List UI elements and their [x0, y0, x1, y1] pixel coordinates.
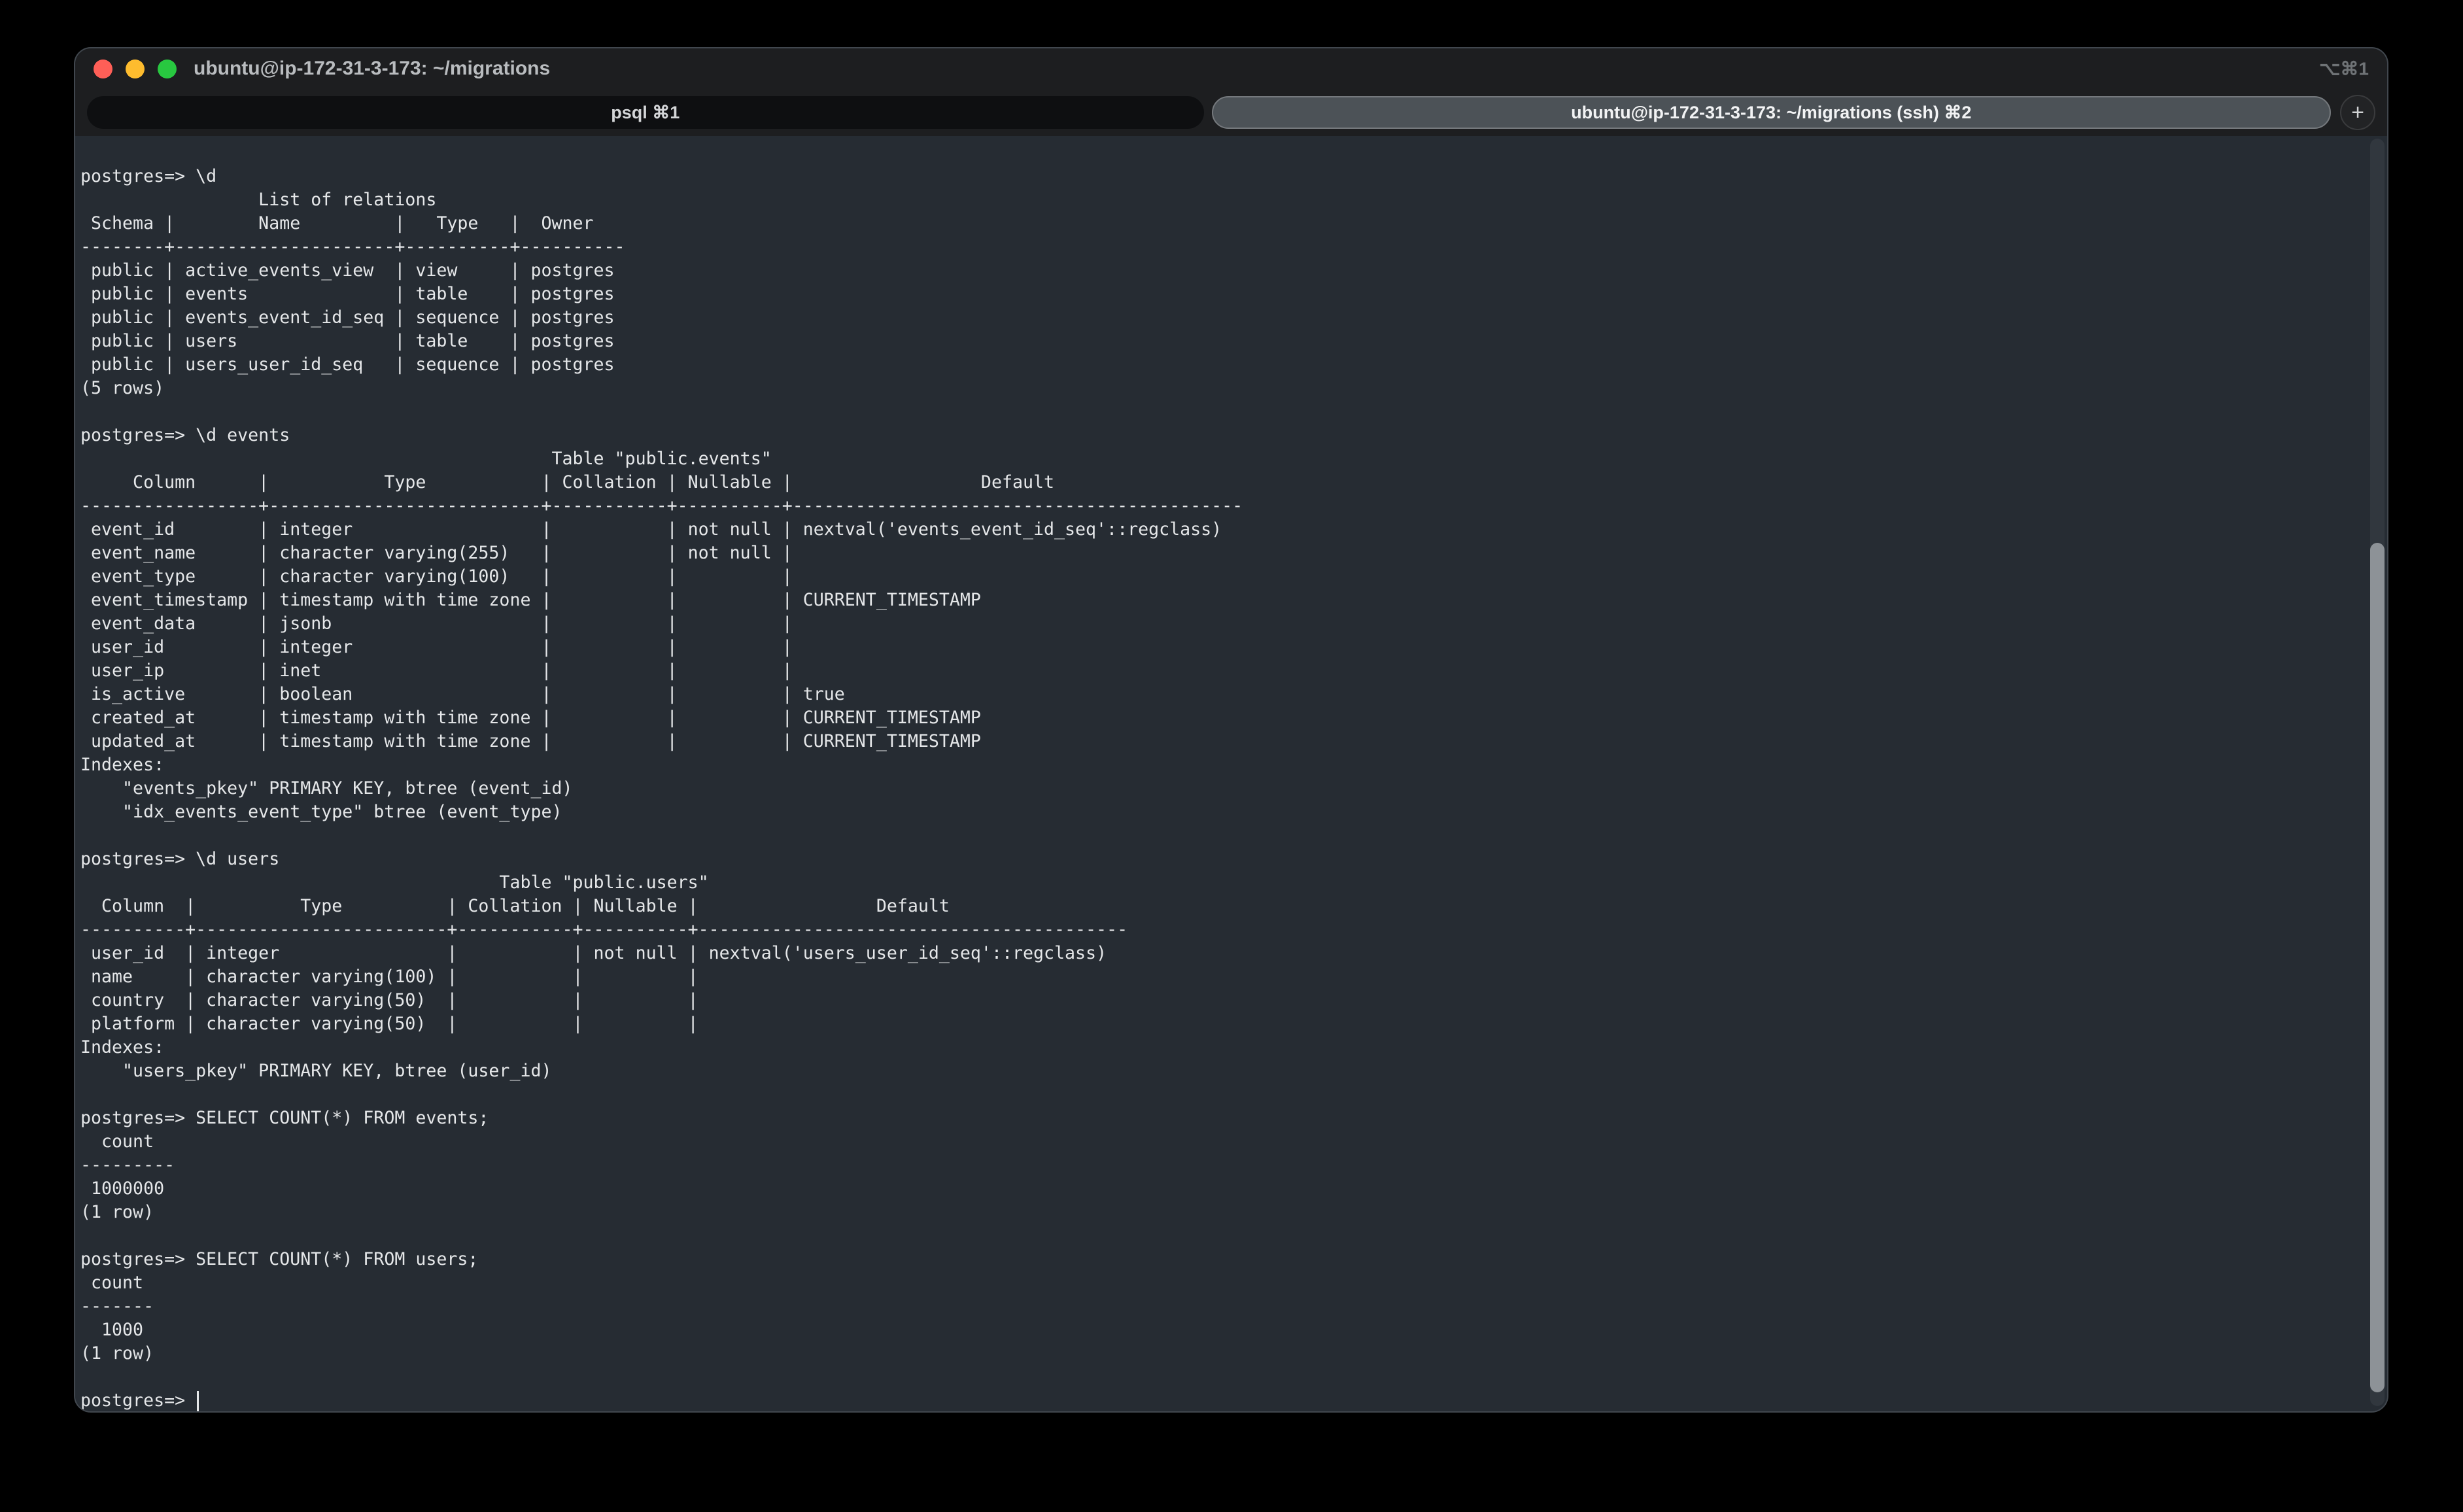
- terminal-line: ----------+------------------------+----…: [80, 918, 2365, 942]
- terminal-line: is_active | boolean | | | true: [80, 683, 2365, 706]
- terminal-line: platform | character varying(50) | | |: [80, 1012, 2365, 1036]
- terminal-line: postgres=>: [80, 1389, 2365, 1413]
- terminal-line: Schema | Name | Type | Owner: [80, 212, 2365, 235]
- scrollbar-thumb[interactable]: [2370, 543, 2385, 1392]
- desktop-background: ubuntu@ip-172-31-3-173: ~/migrations ⌥⌘1…: [0, 0, 2463, 1512]
- terminal-line: Table "public.users": [80, 871, 2365, 895]
- terminal-line: "users_pkey" PRIMARY KEY, btree (user_id…: [80, 1059, 2365, 1083]
- terminal-line: Column | Type | Collation | Nullable | D…: [80, 895, 2365, 918]
- terminal-line: (1 row): [80, 1342, 2365, 1366]
- terminal-line: "idx_events_event_type" btree (event_typ…: [80, 800, 2365, 824]
- terminal-line: created_at | timestamp with time zone | …: [80, 706, 2365, 730]
- terminal-line: [80, 1083, 2365, 1107]
- terminal-line: (5 rows): [80, 377, 2365, 400]
- traffic-lights: [75, 60, 177, 78]
- terminal-line: event_id | integer | | not null | nextva…: [80, 518, 2365, 541]
- terminal-line: count: [80, 1130, 2365, 1154]
- terminal-window: ubuntu@ip-172-31-3-173: ~/migrations ⌥⌘1…: [74, 47, 2388, 1413]
- terminal-line: postgres=> SELECT COUNT(*) FROM events;: [80, 1107, 2365, 1130]
- terminal-line: -----------------+----------------------…: [80, 494, 2365, 518]
- terminal-line: postgres=> \d events: [80, 424, 2365, 447]
- tab-shortcut-hint: ⌥⌘1: [2319, 58, 2369, 80]
- window-title: ubuntu@ip-172-31-3-173: ~/migrations: [194, 58, 550, 80]
- terminal-line: public | active_events_view | view | pos…: [80, 259, 2365, 283]
- terminal-line: "events_pkey" PRIMARY KEY, btree (event_…: [80, 777, 2365, 800]
- terminal-cursor: [197, 1391, 199, 1412]
- terminal-line: event_type | character varying(100) | | …: [80, 565, 2365, 589]
- close-window-button[interactable]: [94, 60, 112, 78]
- terminal-line: [80, 1366, 2365, 1389]
- terminal-line: country | character varying(50) | | |: [80, 989, 2365, 1012]
- terminal-line: Indexes:: [80, 1036, 2365, 1059]
- terminal-line: ---------: [80, 1154, 2365, 1177]
- zoom-window-button[interactable]: [158, 60, 177, 78]
- terminal-line: updated_at | timestamp with time zone | …: [80, 730, 2365, 753]
- terminal-line: postgres=> \d: [80, 165, 2365, 188]
- terminal-line: Table "public.events": [80, 447, 2365, 471]
- tab-label: psql ⌘1: [611, 103, 680, 123]
- terminal-line: Column | Type | Collation | Nullable | D…: [80, 471, 2365, 494]
- terminal-line: public | events | table | postgres: [80, 283, 2365, 306]
- terminal-line: (1 row): [80, 1201, 2365, 1224]
- tab-list: psql ⌘1 ubuntu@ip-172-31-3-173: ~/migrati…: [87, 89, 2331, 136]
- terminal-line: event_timestamp | timestamp with time zo…: [80, 589, 2365, 612]
- terminal-line: public | users_user_id_seq | sequence | …: [80, 353, 2365, 377]
- window-title-bar[interactable]: ubuntu@ip-172-31-3-173: ~/migrations ⌥⌘1: [75, 48, 2387, 89]
- terminal-line: [80, 824, 2365, 848]
- tab-label: ubuntu@ip-172-31-3-173: ~/migrations (ss…: [1571, 103, 1971, 123]
- tab-psql[interactable]: psql ⌘1: [87, 96, 1204, 129]
- terminal-line: -------: [80, 1295, 2365, 1318]
- terminal-line: List of relations: [80, 188, 2365, 212]
- terminal-line: Indexes:: [80, 753, 2365, 777]
- terminal-line: postgres=> \d users: [80, 848, 2365, 871]
- terminal-line: 1000: [80, 1318, 2365, 1342]
- terminal-line: count: [80, 1271, 2365, 1295]
- new-tab-button[interactable]: +: [2340, 95, 2375, 130]
- terminal-line: public | events_event_id_seq | sequence …: [80, 306, 2365, 330]
- tab-ssh-session[interactable]: ubuntu@ip-172-31-3-173: ~/migrations (ss…: [1212, 96, 2332, 129]
- terminal-line: event_data | jsonb | | |: [80, 612, 2365, 636]
- terminal-content[interactable]: postgres=> \d List of relations Schema |…: [75, 136, 2387, 1411]
- terminal-line: user_id | integer | | not null | nextval…: [80, 942, 2365, 965]
- terminal-line: public | users | table | postgres: [80, 330, 2365, 353]
- terminal-line: 1000000: [80, 1177, 2365, 1201]
- terminal-line: [80, 1224, 2365, 1248]
- terminal-line: [80, 400, 2365, 424]
- terminal-line: postgres=> SELECT COUNT(*) FROM users;: [80, 1248, 2365, 1271]
- terminal-line: user_ip | inet | | |: [80, 659, 2365, 683]
- terminal-output: postgres=> \d List of relations Schema |…: [80, 165, 2365, 1413]
- minimize-window-button[interactable]: [126, 60, 145, 78]
- terminal-line: event_name | character varying(255) | | …: [80, 541, 2365, 565]
- terminal-line: name | character varying(100) | | |: [80, 965, 2365, 989]
- tab-bar: psql ⌘1 ubuntu@ip-172-31-3-173: ~/migrati…: [75, 89, 2387, 136]
- scrollbar-track[interactable]: [2370, 139, 2385, 1406]
- terminal-line: --------+---------------------+---------…: [80, 235, 2365, 259]
- terminal-line: user_id | integer | | |: [80, 636, 2365, 659]
